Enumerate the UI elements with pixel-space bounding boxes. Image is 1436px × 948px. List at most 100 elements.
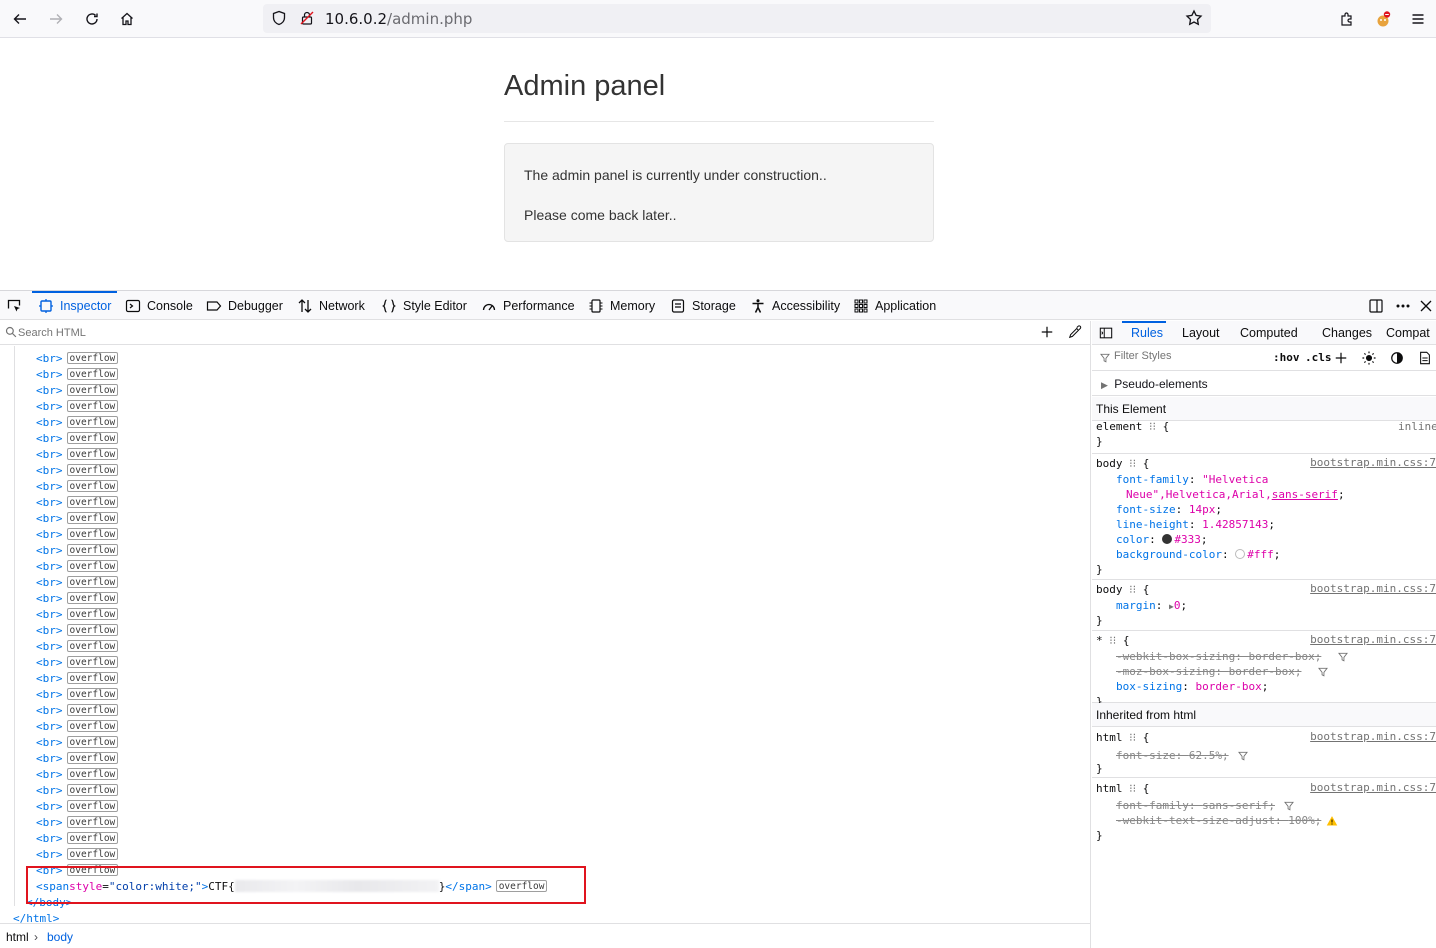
br-node[interactable]: <br> overflow [36, 718, 119, 734]
overflow-badge[interactable]: overflow [66, 432, 119, 444]
element-picker-icon[interactable] [1, 293, 27, 319]
tab-rules[interactable]: Rules [1131, 326, 1163, 340]
tab-network[interactable]: Network [297, 291, 365, 320]
overflow-badge[interactable]: overflow [66, 624, 119, 636]
prop-value-link[interactable]: sans-serif [1272, 488, 1338, 501]
br-node[interactable]: <br> overflow [36, 638, 119, 654]
overflow-badge[interactable]: overflow [66, 512, 119, 524]
stylesheet-link[interactable]: bootstrap.min.css:7 [1310, 582, 1436, 595]
bookmark-star-icon[interactable] [1185, 9, 1203, 27]
dock-side-icon[interactable] [1363, 293, 1389, 319]
tab-application[interactable]: Application [853, 291, 936, 320]
warning-icon[interactable] [1326, 815, 1338, 827]
html-font-family-rule[interactable]: html ⁝⁝ { bootstrap.min.css:7 font-famil… [1092, 778, 1436, 846]
tab-debugger[interactable]: Debugger [206, 291, 283, 320]
stylesheet-link[interactable]: bootstrap.min.css:7 [1310, 730, 1436, 743]
tab-performance[interactable]: Performance [481, 291, 575, 320]
tab-storage[interactable]: Storage [670, 291, 736, 320]
br-node[interactable]: <br> overflow [36, 734, 119, 750]
br-node[interactable]: <br> overflow [36, 830, 119, 846]
br-node[interactable]: <br> overflow [36, 350, 119, 366]
br-node[interactable]: <br> overflow [36, 766, 119, 782]
stylesheet-link[interactable]: bootstrap.min.css:7 [1310, 781, 1436, 794]
overflow-badge[interactable]: overflow [66, 544, 119, 556]
overflow-badge[interactable]: overflow [66, 352, 119, 364]
overflow-badge[interactable]: overflow [66, 752, 119, 764]
stylesheet-link[interactable]: bootstrap.min.css:7 [1310, 456, 1436, 469]
overflow-badge[interactable]: overflow [66, 816, 119, 828]
tab-console[interactable]: Console [125, 291, 193, 320]
overflow-badge[interactable]: overflow [66, 736, 119, 748]
dark-scheme-icon[interactable] [1390, 351, 1404, 365]
body-margin-rule[interactable]: body ⁝⁝ { bootstrap.min.css:7 margin: ▶0… [1092, 580, 1436, 631]
br-node[interactable]: <br> overflow [36, 750, 119, 766]
back-icon[interactable] [7, 6, 33, 32]
forward-icon[interactable] [43, 6, 69, 32]
body-rule[interactable]: body ⁝⁝ { bootstrap.min.css:7 font-famil… [1092, 454, 1436, 580]
reload-icon[interactable] [79, 6, 105, 32]
overflow-badge[interactable]: overflow [66, 608, 119, 620]
hov-toggle[interactable]: :hov [1273, 351, 1300, 364]
overflow-badge[interactable]: overflow [66, 496, 119, 508]
more-options-icon[interactable] [1390, 293, 1416, 319]
overflow-badge[interactable]: overflow [66, 656, 119, 668]
add-node-icon[interactable] [1040, 325, 1054, 339]
tab-computed[interactable]: Computed [1240, 326, 1298, 340]
br-node[interactable]: <br> overflow [36, 366, 119, 382]
overflow-badge[interactable]: overflow [66, 576, 119, 588]
add-rule-icon[interactable] [1334, 351, 1348, 365]
element-rule[interactable]: element ⁝⁝ { inline } [1092, 420, 1436, 454]
overflow-badge[interactable]: overflow [66, 560, 119, 572]
breadcrumb-body[interactable]: body [47, 930, 73, 944]
br-node[interactable]: <br> overflow [36, 414, 119, 430]
br-node[interactable]: <br> overflow [36, 590, 119, 606]
filter-icon[interactable] [1284, 801, 1294, 811]
markup-tree[interactable]: <br> overflow <br> overflow <br> overflow <br>… [0, 346, 1091, 923]
br-node[interactable]: <br> overflow [36, 382, 119, 398]
overflow-badge[interactable]: overflow [66, 720, 119, 732]
home-icon[interactable] [114, 6, 140, 32]
overflow-badge[interactable]: overflow [66, 800, 119, 812]
filter-icon[interactable] [1238, 751, 1248, 761]
br-node[interactable]: <br> overflow [36, 446, 119, 462]
print-media-icon[interactable] [1418, 351, 1432, 365]
tab-compat[interactable]: Compat [1386, 326, 1430, 340]
filter-icon[interactable] [1318, 667, 1328, 677]
eyedropper-icon[interactable] [1068, 325, 1082, 339]
breadcrumb-html[interactable]: html [6, 930, 29, 944]
br-node[interactable]: <br> overflow [36, 606, 119, 622]
br-node[interactable]: <br> overflow [36, 686, 119, 702]
insecure-lock-icon[interactable] [299, 10, 315, 26]
br-node[interactable]: <br> overflow [36, 494, 119, 510]
color-swatch[interactable] [1162, 534, 1173, 544]
stylesheet-link[interactable]: bootstrap.min.css:7 [1310, 633, 1436, 646]
br-node[interactable]: <br> overflow [36, 622, 119, 638]
br-node[interactable]: <br> overflow [36, 542, 119, 558]
overflow-badge[interactable]: overflow [66, 464, 119, 476]
overflow-badge[interactable]: overflow [66, 832, 119, 844]
br-node[interactable]: <br> overflow [36, 574, 119, 590]
br-node[interactable]: <br> overflow [36, 654, 119, 670]
br-node[interactable]: <br> overflow [36, 430, 119, 446]
br-node[interactable]: <br> overflow [36, 782, 119, 798]
tab-changes[interactable]: Changes [1322, 326, 1372, 340]
overflow-badge[interactable]: overflow [66, 384, 119, 396]
br-node[interactable]: <br> overflow [36, 702, 119, 718]
filter-icon[interactable] [1338, 652, 1348, 662]
br-node[interactable]: <br> overflow [36, 814, 119, 830]
tab-inspector[interactable]: Inspector [31, 291, 118, 320]
color-swatch[interactable] [1235, 549, 1246, 559]
extensions-icon[interactable] [1334, 6, 1360, 32]
overflow-badge[interactable]: overflow [66, 704, 119, 716]
overflow-badge[interactable]: overflow [66, 416, 119, 428]
light-scheme-icon[interactable] [1362, 351, 1376, 365]
br-node[interactable]: <br> overflow [36, 670, 119, 686]
br-node[interactable]: <br> overflow [36, 526, 119, 542]
br-node[interactable]: <br> overflow [36, 462, 119, 478]
overflow-badge[interactable]: overflow [66, 480, 119, 492]
overflow-badge[interactable]: overflow [66, 448, 119, 460]
overflow-badge[interactable]: overflow [66, 784, 119, 796]
tab-accessibility[interactable]: Accessibility [750, 291, 840, 320]
overflow-badge[interactable]: overflow [66, 768, 119, 780]
html-close-node[interactable]: </html> [13, 910, 59, 924]
